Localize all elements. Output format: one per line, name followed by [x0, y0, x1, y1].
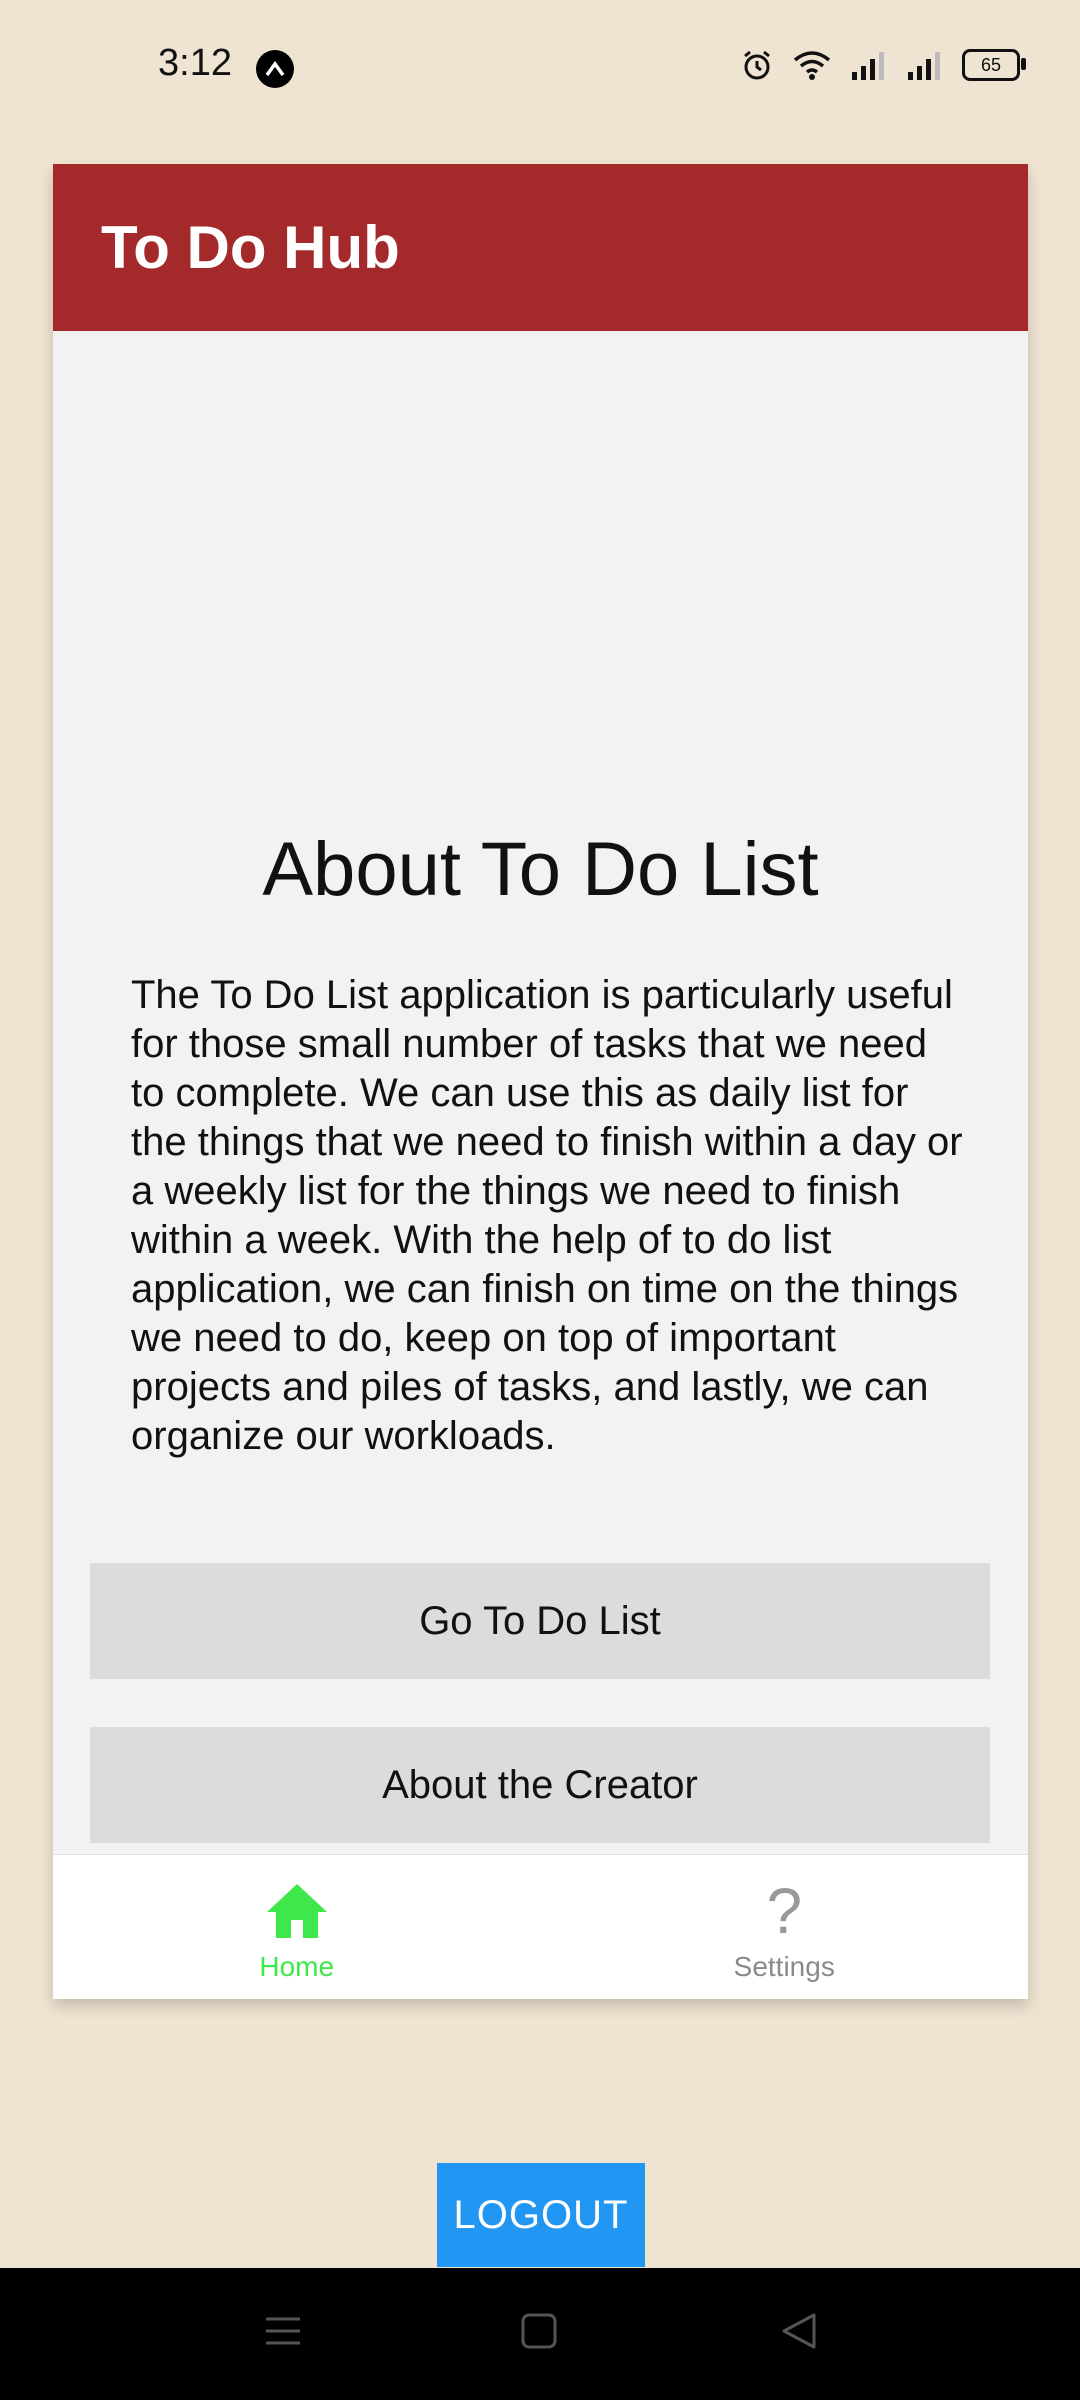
logout-button[interactable]: LOGOUT: [437, 2163, 645, 2267]
app-notification-icon: [256, 50, 294, 88]
about-description: The To Do List application is particular…: [131, 973, 963, 1458]
tab-settings[interactable]: ? Settings: [541, 1855, 1029, 1999]
battery-icon: 65: [962, 49, 1026, 81]
status-time: 3:12: [158, 42, 232, 84]
app-bar: To Do Hub: [53, 164, 1028, 331]
home-square-icon[interactable]: [520, 2312, 558, 2355]
app-window: To Do Hub About To Do List The To Do Lis…: [53, 164, 1028, 1999]
system-nav-bar: [0, 2268, 1080, 2400]
tab-home-label: Home: [259, 1951, 335, 1982]
alarm-icon: [740, 48, 774, 82]
about-creator-button[interactable]: About the Creator: [90, 1727, 990, 1843]
home-icon: [265, 1879, 329, 1943]
status-bar: 3:12 65: [0, 0, 1080, 140]
question-mark-icon: ?: [766, 1875, 803, 1947]
tab-settings-label: Settings: [733, 1951, 835, 1982]
menu-icon[interactable]: [264, 2312, 302, 2355]
signal-icon-2: [906, 50, 944, 80]
app-title: To Do Hub: [101, 214, 400, 281]
tab-home[interactable]: Home: [53, 1855, 541, 1999]
back-icon[interactable]: [780, 2312, 818, 2355]
wifi-icon: [792, 49, 832, 81]
signal-icon-1: [850, 50, 888, 80]
page-title: About To Do List: [262, 827, 819, 912]
bottom-tab-bar: Home ? Settings: [53, 1854, 1028, 1999]
go-to-do-list-button[interactable]: Go To Do List: [90, 1563, 990, 1679]
home-screen: About To Do List The To Do List applicat…: [53, 331, 1028, 2017]
status-icons: 65: [740, 48, 1026, 82]
